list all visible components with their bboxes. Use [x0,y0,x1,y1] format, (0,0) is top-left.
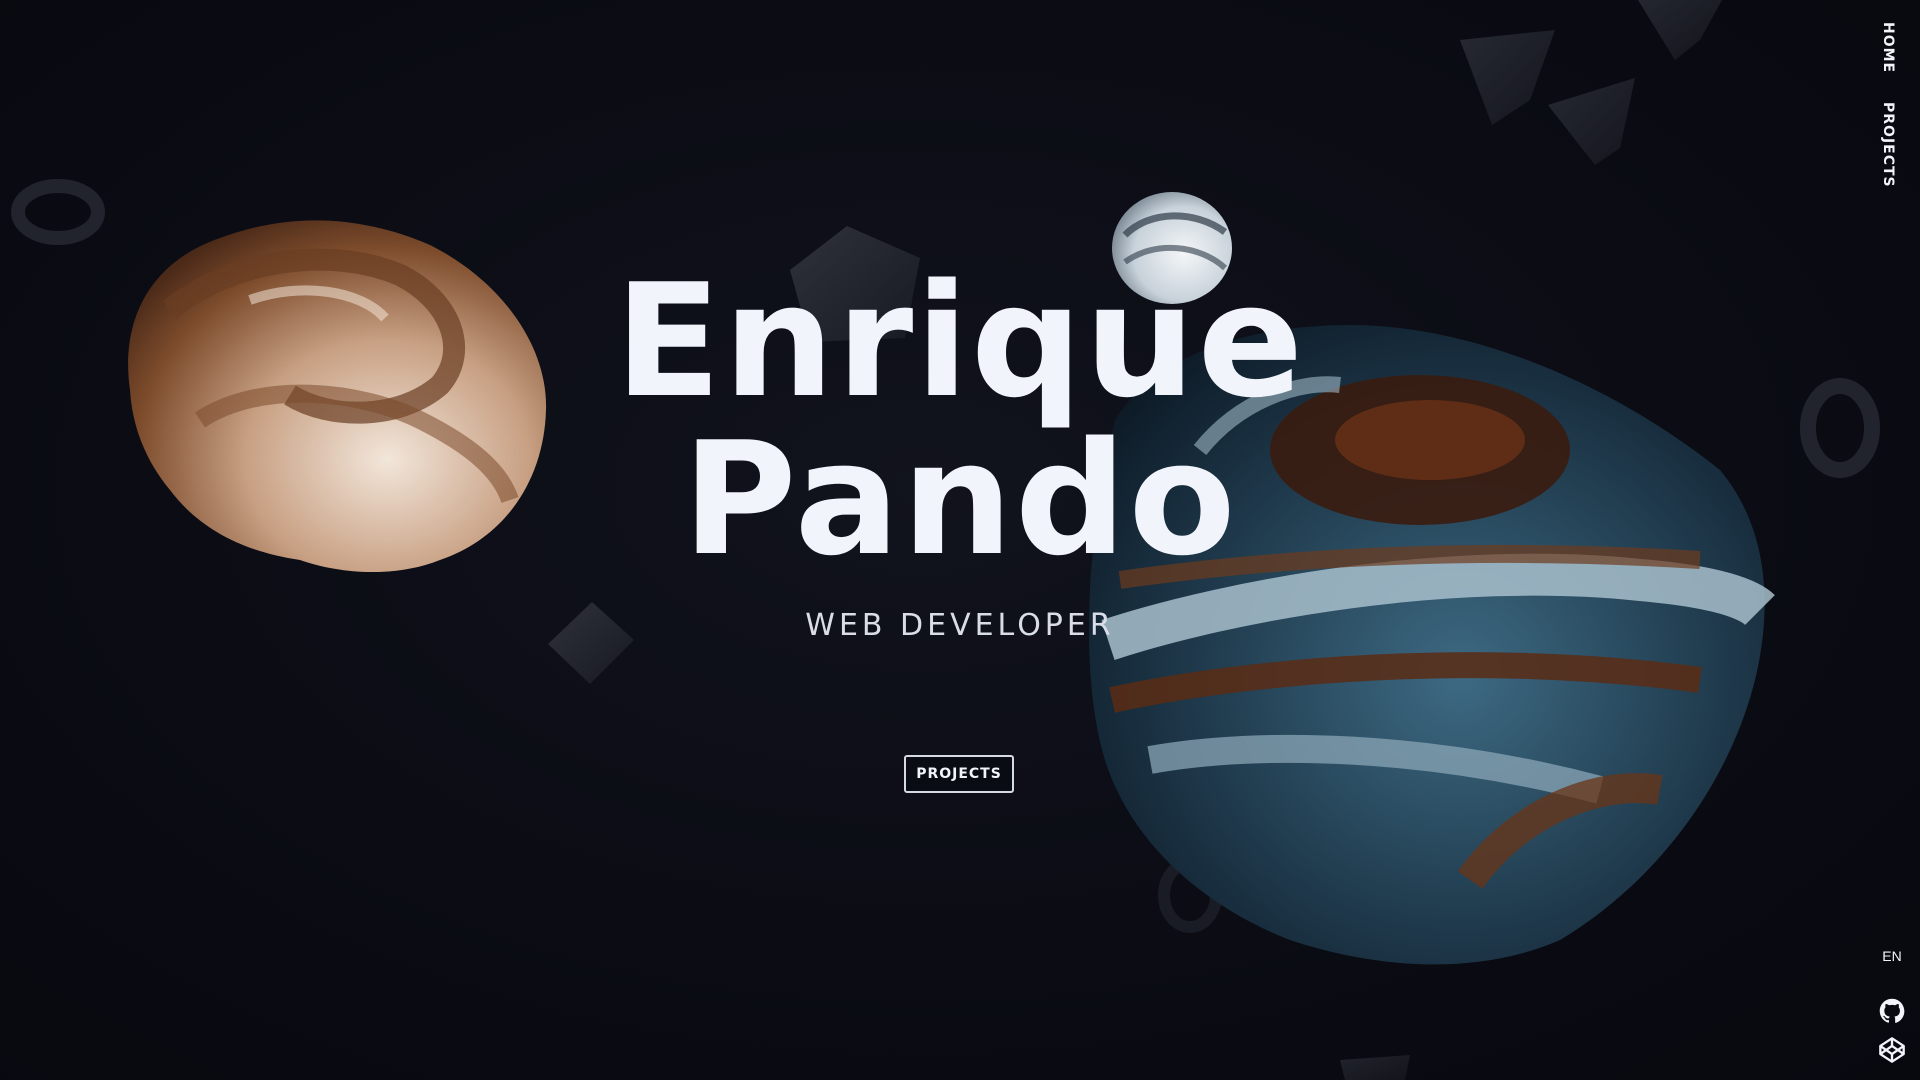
nav-item-home[interactable]: HOME [1880,22,1896,73]
hero-first-name: Enrique [614,250,1306,432]
polyhedron-shape [1340,1055,1410,1080]
polyhedron-shape [1460,30,1555,125]
hero-last-name: Pando [682,408,1238,590]
hero-section: Enrique Pando WEB DEVELOPER [0,262,1920,643]
codepen-link[interactable] [1878,1036,1906,1064]
polyhedron-shape [1638,0,1722,60]
page-background: Enrique Pando WEB DEVELOPER PROJECTS HOM… [0,0,1920,1080]
github-icon [1879,998,1905,1023]
nav-item-projects[interactable]: PROJECTS [1880,102,1896,188]
polyhedron-shape [1548,78,1635,165]
torus-ring-shape [11,179,105,245]
codepen-icon [1879,1037,1905,1063]
hero-subtitle: WEB DEVELOPER [805,608,1115,643]
projects-button[interactable]: PROJECTS [904,755,1014,793]
github-link[interactable] [1878,997,1906,1025]
language-switch[interactable]: EN [1876,948,1908,964]
hero-name: Enrique Pando [0,262,1920,578]
